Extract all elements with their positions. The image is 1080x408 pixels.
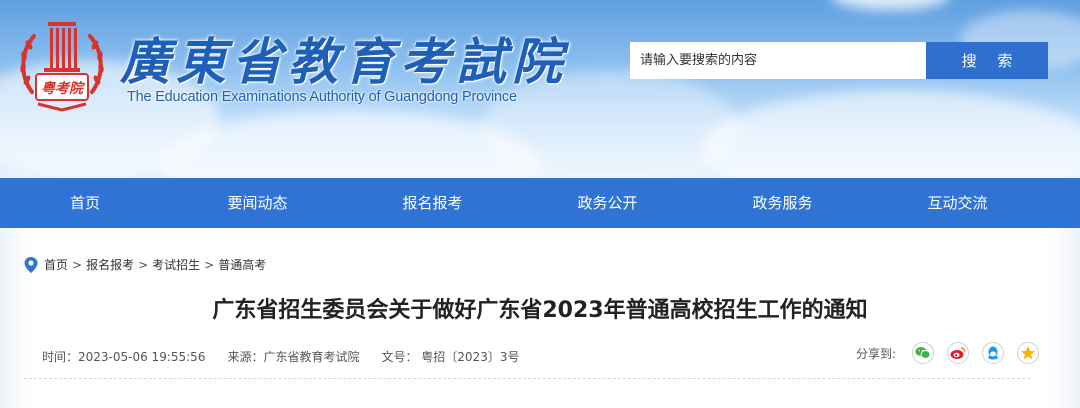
nav-item-government-services[interactable]: 政务服务 <box>695 178 870 228</box>
search-button[interactable]: 搜 索 <box>926 42 1048 79</box>
article-meta: 时间：2023-05-06 19:55:56 来源：广东省教育考试院 文号： 粤… <box>42 348 541 365</box>
share-bar: 分享到: <box>856 342 1052 364</box>
divider <box>24 378 1030 379</box>
breadcrumb-separator: > <box>204 257 215 272</box>
breadcrumb: 首页 > 报名报考 > 考试招生 > 普通高考 <box>24 256 266 273</box>
article-title: 广东省招生委员会关于做好广东省2023年普通高校招生工作的通知 <box>212 298 868 323</box>
breadcrumb-separator: > <box>72 257 83 272</box>
breadcrumb-gaokao[interactable]: 普通高考 <box>218 256 266 273</box>
document-number: 文号： 粤招〔2023〕3号 <box>381 350 520 364</box>
search-input[interactable] <box>630 42 927 79</box>
breadcrumb-registration[interactable]: 报名报考 <box>86 256 134 273</box>
breadcrumb-home[interactable]: 首页 <box>44 256 68 273</box>
main-nav: 首页 要闻动态 报名报考 政务公开 政务服务 互动交流 <box>0 178 1080 228</box>
breadcrumb-separator: > <box>138 257 149 272</box>
content-area: 首页 > 报名报考 > 考试招生 > 普通高考 广东省招生委员会关于做好广东省2… <box>0 228 1080 408</box>
nav-item-interaction[interactable]: 互动交流 <box>870 178 1045 228</box>
emblem-logo-icon[interactable]: 粤考院 <box>14 14 110 114</box>
qzone-icon[interactable] <box>1017 342 1040 364</box>
cloud <box>830 0 950 10</box>
breadcrumb-exam-admission[interactable]: 考试招生 <box>152 256 200 273</box>
wechat-icon[interactable] <box>912 342 935 364</box>
nav-item-government-affairs[interactable]: 政务公开 <box>520 178 695 228</box>
article-source: 来源：广东省教育考试院 <box>227 350 360 364</box>
emblem-text: 粤考院 <box>41 80 86 97</box>
weibo-icon[interactable] <box>947 342 970 364</box>
nav-item-home[interactable]: 首页 <box>0 178 170 228</box>
site-header: 粤考院 廣東省教育考試院 The Education Examinations … <box>0 0 1080 178</box>
location-pin-icon <box>24 256 38 273</box>
site-title-cn[interactable]: 廣東省教育考試院 <box>120 22 568 94</box>
nav-item-news[interactable]: 要闻动态 <box>170 178 345 228</box>
publish-time: 时间：2023-05-06 19:55:56 <box>42 350 206 364</box>
site-title-en: The Education Examinations Authority of … <box>127 89 517 105</box>
nav-item-registration[interactable]: 报名报考 <box>345 178 520 228</box>
cloud <box>700 90 1080 178</box>
share-label: 分享到: <box>856 346 897 361</box>
qq-icon[interactable] <box>982 342 1005 364</box>
